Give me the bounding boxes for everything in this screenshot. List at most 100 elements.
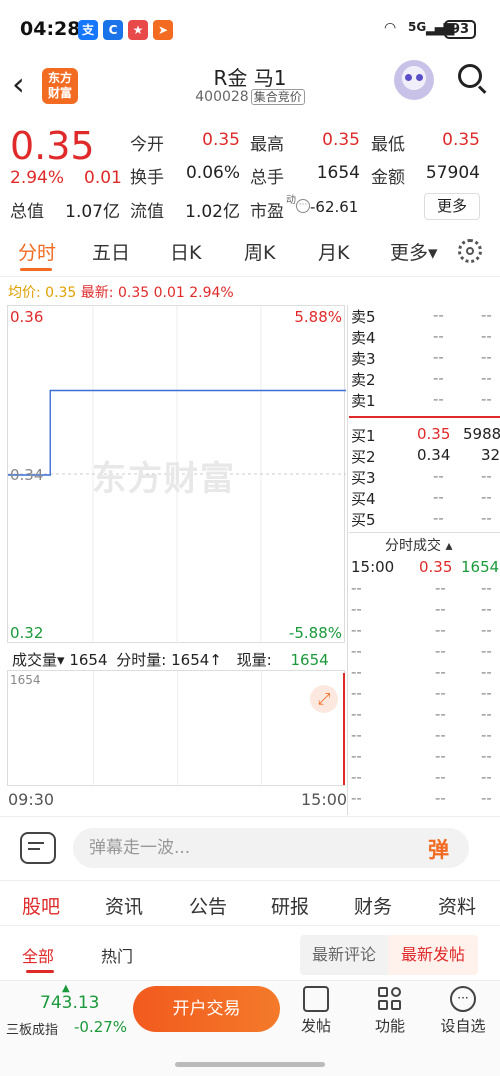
index-change: -0.27%	[74, 1018, 128, 1036]
latest-label: 最新:	[80, 285, 114, 301]
bid-vol: --	[481, 467, 492, 485]
ask-vol: --	[481, 306, 492, 324]
high-label: 最高	[250, 135, 284, 155]
function-grid-icon[interactable]	[378, 987, 402, 1011]
volume-value: 1654	[316, 163, 360, 183]
panel-divider	[347, 305, 348, 815]
time-start: 09:30	[8, 790, 55, 809]
trade-cell-empty: --	[351, 789, 362, 807]
trade-row-empty: -- -- --	[349, 663, 500, 684]
avg-price-line: 均价: 0.35 最新: 0.35 0.01 2.94%	[8, 282, 234, 302]
trade-cell-empty: --	[351, 621, 362, 639]
trade-cell-empty: --	[351, 600, 362, 618]
tab-monthly-k[interactable]: 月K	[318, 238, 349, 265]
nav-post[interactable]: 发帖	[286, 1015, 346, 1036]
bid-vol: 5988	[463, 425, 500, 443]
trade-row-empty: -- -- --	[349, 726, 500, 747]
trade-row-empty: -- -- --	[349, 621, 500, 642]
trade-cell-empty: --	[351, 684, 362, 702]
tab-news[interactable]: 资讯	[105, 892, 143, 919]
assistant-robot-icon[interactable]	[394, 60, 434, 100]
seg-latest-posts[interactable]: 最新发帖	[388, 935, 478, 975]
trade-price: 0.35	[419, 558, 453, 576]
volume-label: 总手	[250, 168, 284, 188]
status-time: 04:28	[20, 18, 81, 40]
ask-row: 卖4 -- --	[349, 327, 500, 348]
danmaku-toggle-icon[interactable]	[20, 832, 56, 864]
tab-daily-k[interactable]: 日K	[170, 238, 201, 265]
index-name: 三板成指	[6, 1023, 59, 1038]
trade-cell-empty: --	[481, 663, 492, 681]
open-account-trade-button[interactable]: 开户交易	[133, 986, 280, 1032]
tab-research[interactable]: 研报	[271, 892, 309, 919]
trade-cell-empty: --	[351, 579, 362, 597]
bid-label: 买4	[351, 490, 376, 508]
tab-five-day[interactable]: 五日	[92, 238, 130, 265]
seg-latest-comments[interactable]: 最新评论	[300, 935, 388, 975]
trade-row-empty: -- -- --	[349, 789, 500, 810]
danmaku-input[interactable]: 弹幕走一波...	[73, 828, 469, 868]
trades-header[interactable]: 分时成交 ▴	[385, 535, 452, 555]
tab-finance[interactable]: 财务	[354, 892, 392, 919]
tab-announcements[interactable]: 公告	[189, 892, 227, 919]
divider	[349, 532, 500, 533]
bid-ask-divider	[349, 416, 500, 418]
search-icon[interactable]	[458, 64, 487, 94]
trade-row-empty: -- -- --	[349, 768, 500, 789]
battery-level: 93	[450, 22, 470, 37]
bid-row: 买2 0.34 32	[349, 446, 500, 467]
interval-vol-value: 1654↑	[171, 651, 222, 669]
post-edit-icon[interactable]	[303, 986, 329, 1012]
subtab-all[interactable]: 全部	[22, 943, 54, 967]
nav-function[interactable]: 功能	[360, 1015, 420, 1036]
pe-value: -62.61	[310, 198, 359, 216]
tab-active-indicator	[20, 268, 52, 271]
trade-cell-empty: --	[481, 726, 492, 744]
y-mid-price: 0.34	[10, 466, 44, 484]
divider	[0, 925, 500, 926]
volume-chart[interactable]: 1654 ⤢	[7, 670, 345, 787]
trade-cell-empty: --	[481, 768, 492, 786]
divider	[0, 816, 500, 817]
wifi-icon: ◠	[384, 20, 397, 36]
trade-cell-empty: --	[481, 621, 492, 639]
logo-line1: 东方	[47, 71, 72, 85]
danmaku-send-button[interactable]: 弹	[428, 834, 458, 862]
ask-row: 卖5 -- --	[349, 306, 500, 327]
battery-icon: 93	[444, 20, 476, 39]
interval-vol-label: 分时量:	[116, 651, 167, 669]
intraday-chart[interactable]: 东方财富 0.36 5.88% 0.34 0.32 -5.88%	[7, 305, 346, 644]
tab-profile[interactable]: 资料	[438, 892, 476, 919]
more-button[interactable]: 更多	[424, 193, 480, 220]
stock-code: 400028	[195, 89, 249, 105]
trade-row: 15:00 0.35 1654	[349, 558, 500, 579]
back-icon[interactable]: ‹	[12, 68, 25, 100]
tab-more[interactable]: 更多▾	[390, 238, 438, 265]
add-watchlist-icon[interactable]: ···	[450, 986, 476, 1012]
volume-selector[interactable]: 成交量▾	[12, 651, 65, 669]
bid-price: --	[433, 488, 444, 506]
time-end: 15:00	[301, 790, 348, 809]
tab-guba[interactable]: 股吧	[22, 892, 60, 919]
nav-add-watchlist[interactable]: 设自选	[433, 1015, 493, 1036]
trade-cell-empty: --	[481, 600, 492, 618]
subtab-hot[interactable]: 热门	[101, 943, 133, 967]
tab-weekly-k[interactable]: 周K	[244, 238, 275, 265]
trade-row-empty: -- -- --	[349, 642, 500, 663]
bid-row: 买4 -- --	[349, 488, 500, 509]
ask-label: 卖3	[351, 350, 376, 368]
volume-header: 成交量▾ 1654 分时量: 1654↑ 现量: 1654	[12, 649, 329, 670]
ask-vol: --	[481, 348, 492, 366]
ask-row: 卖3 -- --	[349, 348, 500, 369]
more-dots-icon[interactable]: ···	[296, 199, 310, 213]
expand-icon[interactable]: ⤢	[310, 685, 338, 713]
ask-price: --	[433, 348, 444, 366]
trade-cell-empty: --	[481, 684, 492, 702]
bid-row: 买1 0.35 5988	[349, 425, 500, 446]
divider	[0, 880, 500, 881]
trade-cell-empty: --	[351, 642, 362, 660]
settings-gear-icon[interactable]	[458, 239, 482, 263]
trade-cell-empty: --	[435, 747, 446, 765]
mktcap-value: 1.07亿	[65, 202, 120, 222]
tab-intraday[interactable]: 分时	[18, 238, 56, 265]
